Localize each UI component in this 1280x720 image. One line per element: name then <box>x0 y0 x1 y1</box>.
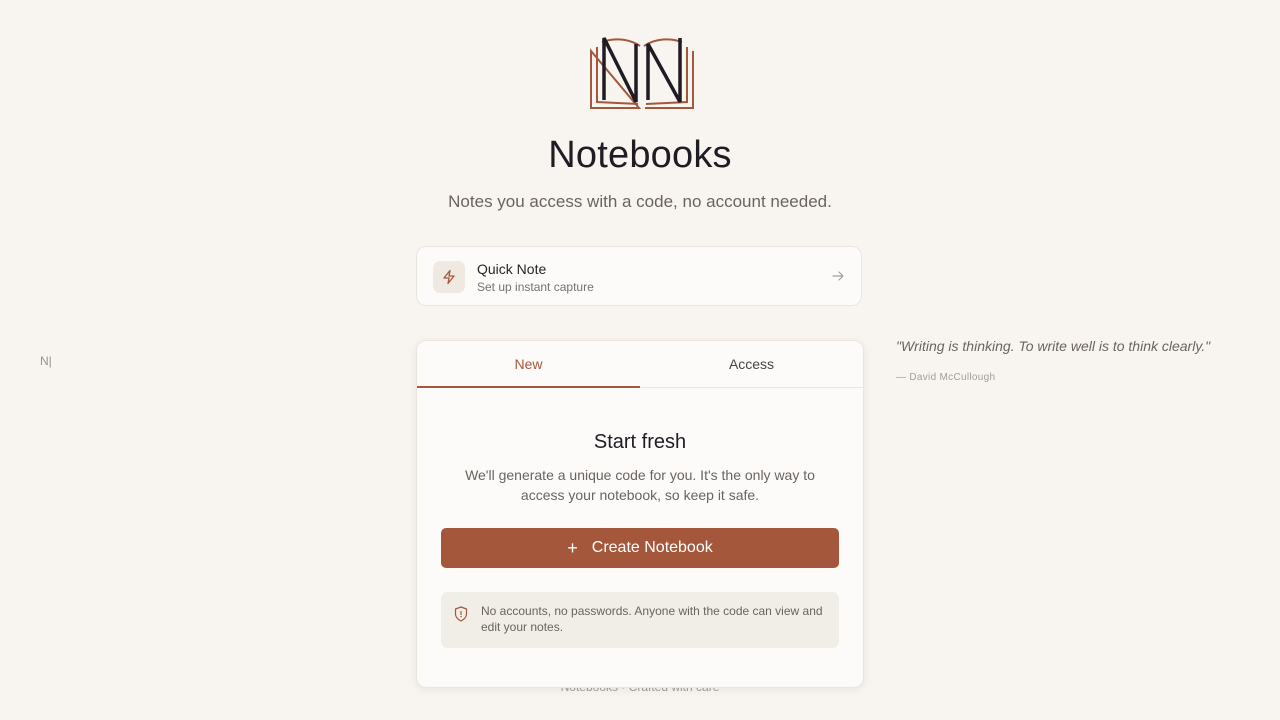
tab-new[interactable]: New <box>417 341 640 388</box>
create-notebook-button[interactable]: + Create Notebook <box>441 528 839 568</box>
privacy-notice-text: No accounts, no passwords. Anyone with t… <box>481 604 823 634</box>
notebook-card: New Access Start fresh We'll generate a … <box>416 340 864 688</box>
panel-heading: Start fresh <box>593 431 687 453</box>
privacy-notice: No accounts, no passwords. Anyone with t… <box>441 592 839 648</box>
create-notebook-label: Create Notebook <box>591 539 713 556</box>
quick-note-card[interactable]: Quick Note Set up instant capture <box>416 246 862 306</box>
quick-note-icon-box <box>433 261 465 293</box>
page-title: Notebooks <box>548 134 732 176</box>
side-mark: N| <box>40 354 52 368</box>
quick-note-subtitle: Set up instant capture <box>477 280 594 294</box>
shield-icon <box>454 606 468 622</box>
panel-description: We'll generate a unique code for you. It… <box>465 467 815 503</box>
quick-note-title: Quick Note <box>477 261 547 277</box>
quote-text: "Writing is thinking. To write well is t… <box>896 338 1211 354</box>
quote-author: — David McCullough <box>896 372 996 383</box>
page: Notebooks Notes you access with a code, … <box>0 0 1280 720</box>
page-subtitle: Notes you access with a code, no account… <box>448 192 832 211</box>
notebook-logo-icon <box>590 37 694 109</box>
lightning-icon <box>443 269 455 285</box>
arrow-right-icon <box>832 271 844 281</box>
plus-icon: + <box>567 538 578 558</box>
tab-bar: New Access <box>417 341 863 388</box>
tab-access[interactable]: Access <box>640 341 863 387</box>
